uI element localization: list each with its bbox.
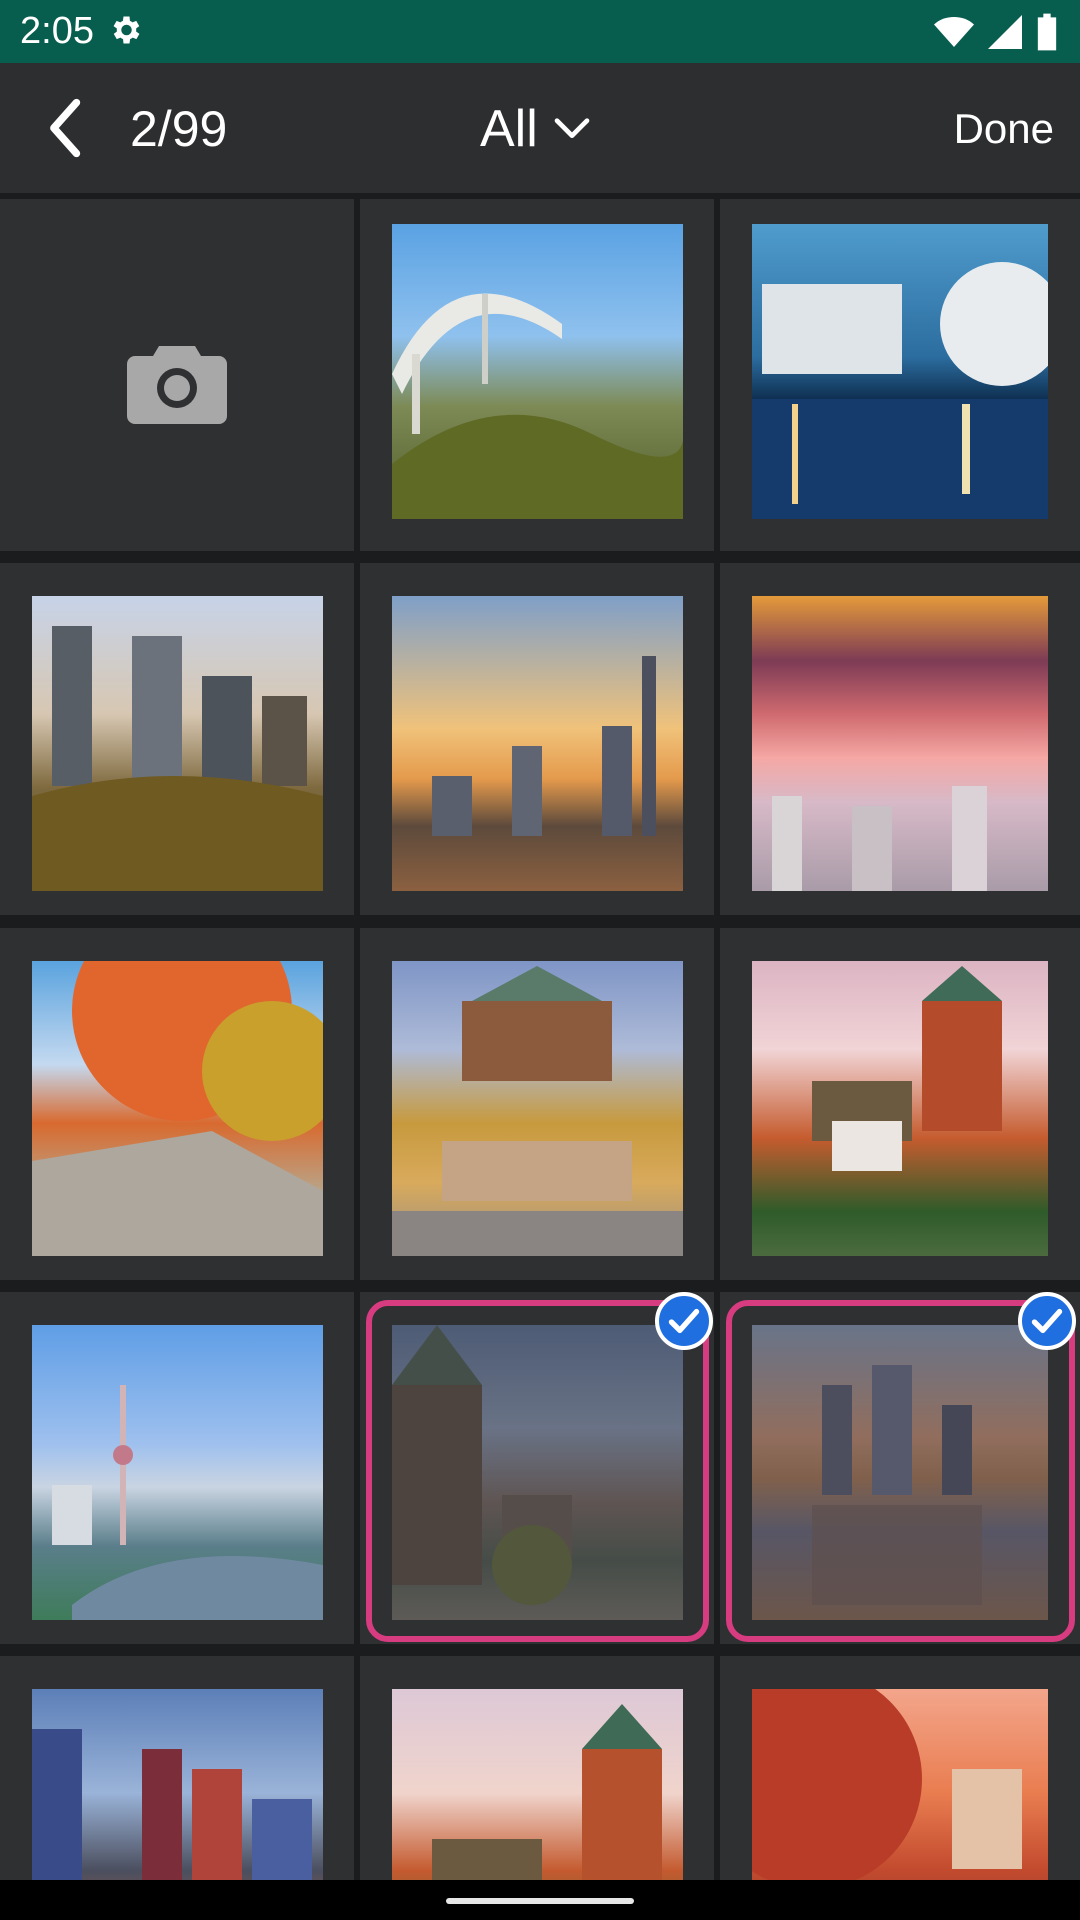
photo-thumbnail bbox=[32, 596, 323, 891]
chevron-down-icon bbox=[554, 118, 590, 139]
photo-tile[interactable] bbox=[360, 563, 714, 915]
photo-tile[interactable] bbox=[720, 928, 1080, 1280]
photo-thumbnail bbox=[392, 961, 683, 1256]
system-nav-bar bbox=[0, 1880, 1080, 1920]
home-gesture-handle[interactable] bbox=[446, 1898, 634, 1904]
photo-tile[interactable] bbox=[0, 1656, 354, 1880]
wifi-icon bbox=[934, 17, 974, 47]
photo-thumbnail bbox=[32, 961, 323, 1256]
photo-thumbnail bbox=[752, 961, 1048, 1256]
check-icon bbox=[1031, 1308, 1063, 1334]
photo-tile[interactable] bbox=[360, 928, 714, 1280]
selection-frame bbox=[726, 1300, 1075, 1642]
album-filter-label: All bbox=[480, 100, 538, 158]
camera-tile[interactable] bbox=[0, 199, 354, 551]
photo-tile[interactable] bbox=[0, 563, 354, 915]
photo-thumbnail bbox=[752, 596, 1048, 891]
photo-tile[interactable] bbox=[720, 199, 1080, 551]
top-app-bar: 2/99 All Done bbox=[0, 63, 1080, 193]
chevron-left-icon bbox=[50, 98, 81, 158]
selected-check[interactable] bbox=[655, 1292, 713, 1350]
signal-icon bbox=[988, 15, 1022, 49]
photo-thumbnail bbox=[752, 1689, 1048, 1880]
album-filter-dropdown[interactable]: All bbox=[480, 97, 592, 161]
photo-tile[interactable] bbox=[360, 1656, 714, 1880]
photo-thumbnail bbox=[392, 596, 683, 891]
selected-check[interactable] bbox=[1018, 1292, 1076, 1350]
status-bar: 2:05 bbox=[0, 0, 1080, 63]
done-button[interactable]: Done bbox=[954, 101, 1054, 157]
check-icon bbox=[668, 1308, 700, 1334]
selection-frame bbox=[366, 1300, 709, 1642]
photo-thumbnail bbox=[32, 1325, 323, 1620]
photo-thumbnail bbox=[752, 224, 1048, 519]
back-button[interactable] bbox=[34, 94, 102, 162]
battery-icon bbox=[1037, 13, 1057, 51]
photo-tile[interactable] bbox=[0, 1292, 354, 1644]
camera-icon bbox=[127, 346, 227, 424]
photo-grid bbox=[0, 193, 1080, 1880]
photo-tile[interactable] bbox=[720, 563, 1080, 915]
status-time: 2:05 bbox=[20, 10, 94, 52]
photo-thumbnail bbox=[32, 1689, 323, 1880]
photo-tile[interactable] bbox=[360, 199, 714, 551]
photo-thumbnail bbox=[392, 1689, 683, 1880]
gear-icon bbox=[113, 16, 140, 44]
photo-tile[interactable] bbox=[0, 928, 354, 1280]
photo-thumbnail bbox=[392, 224, 683, 519]
photo-tile[interactable] bbox=[720, 1656, 1080, 1880]
selection-counter: 2/99 bbox=[130, 101, 228, 157]
